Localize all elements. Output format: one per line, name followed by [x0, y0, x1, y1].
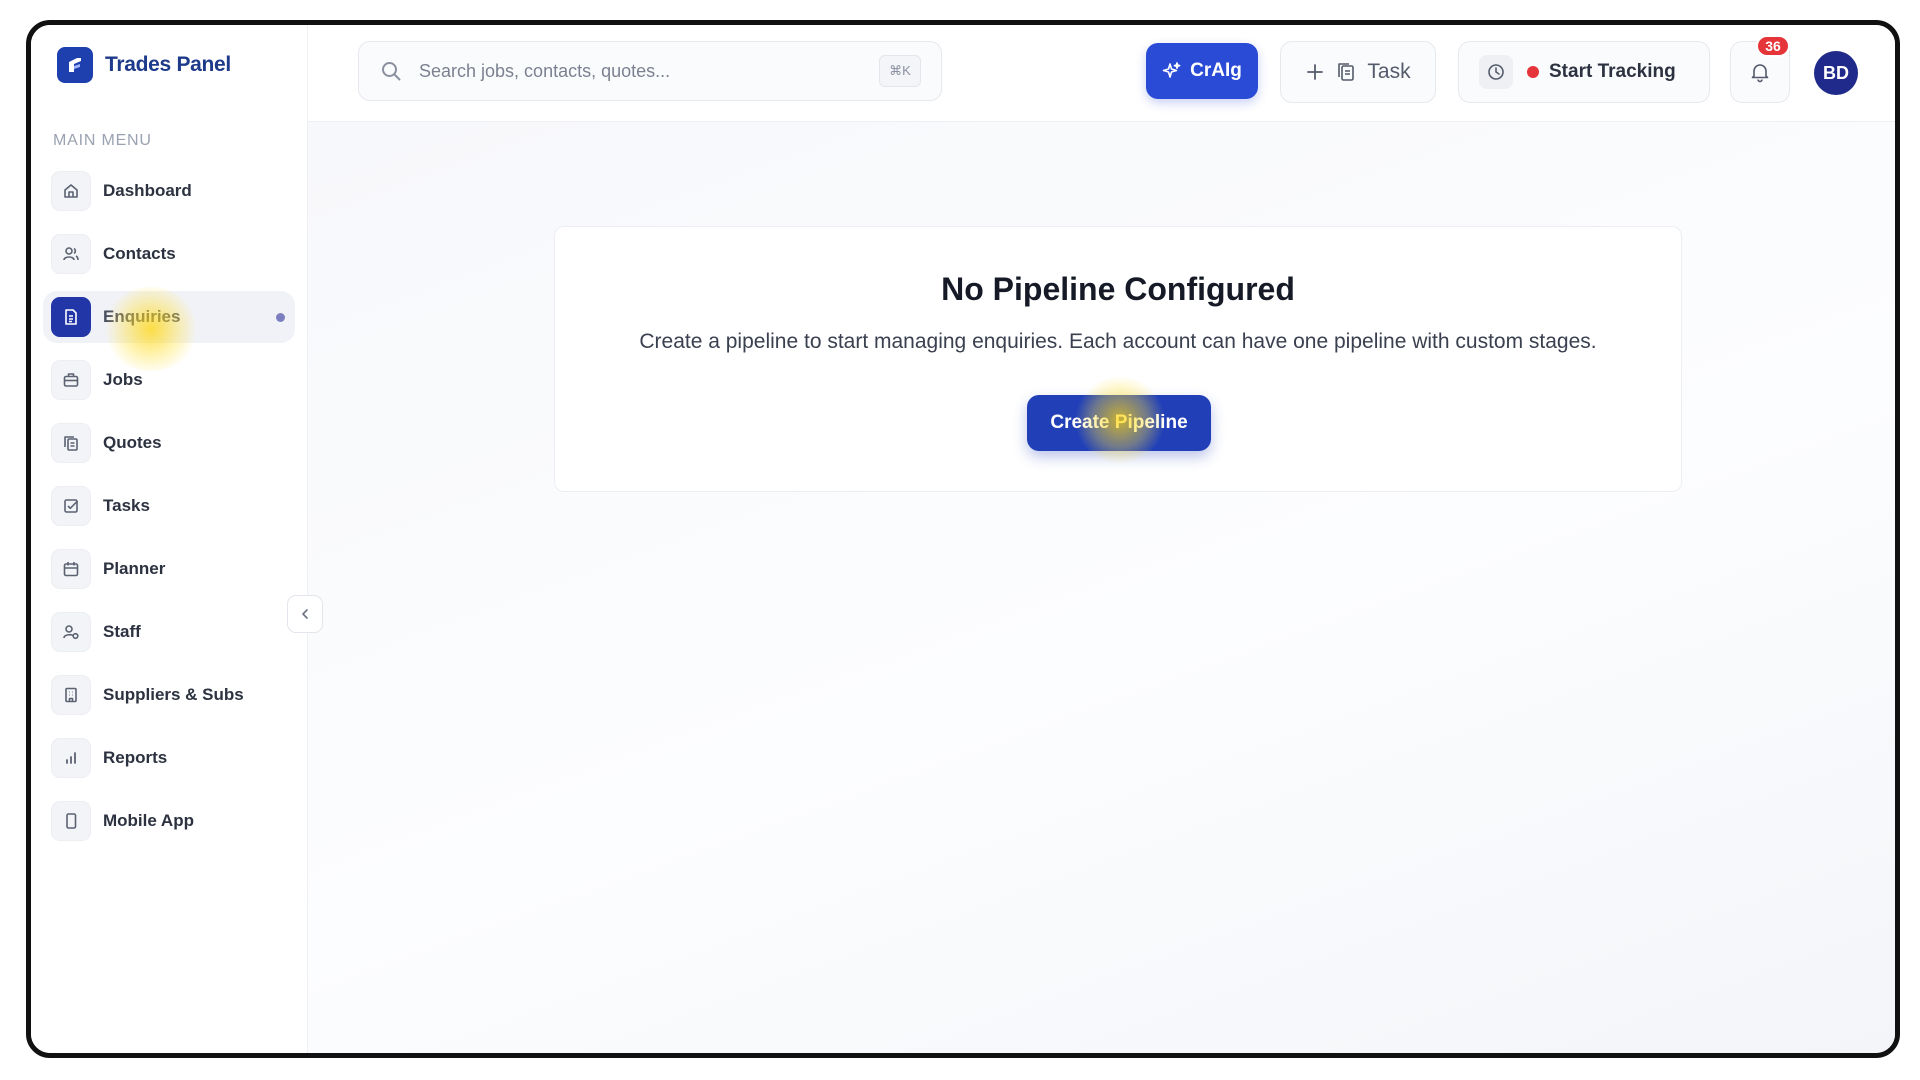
home-icon [51, 171, 91, 211]
phone-icon [51, 801, 91, 841]
top-bar: Search jobs, contacts, quotes... ⌘K CrAI… [308, 25, 1895, 122]
sidebar-item-jobs[interactable]: Jobs [43, 354, 295, 406]
empty-state-title: No Pipeline Configured [941, 271, 1295, 307]
search-shortcut-hint: ⌘K [879, 55, 921, 87]
chevron-left-icon [302, 609, 308, 619]
bell-icon [1751, 64, 1769, 83]
checkbox-icon [51, 486, 91, 526]
start-tracking-label: Start Tracking [1549, 61, 1676, 82]
ai-assistant-button[interactable]: CrAIg [1146, 43, 1258, 99]
main-menu-heading: MAIN MENU [53, 132, 152, 149]
copy-icon [51, 423, 91, 463]
users-icon [51, 234, 91, 274]
brand-logo-icon [57, 47, 93, 83]
sidebar-item-label: Planner [103, 559, 166, 578]
active-indicator-dot [276, 313, 285, 322]
sidebar-item-contacts[interactable]: Contacts [43, 228, 295, 280]
brand[interactable]: Trades Panel [57, 47, 231, 83]
clock-icon [1479, 55, 1513, 89]
create-pipeline-button[interactable]: Create Pipeline [1027, 395, 1211, 451]
task-label: Task [1367, 60, 1411, 83]
sidebar-item-staff[interactable]: Staff [43, 606, 295, 658]
sidebar: Trades Panel MAIN MENU Dashboard Contact… [31, 25, 308, 1053]
sidebar-item-planner[interactable]: Planner [43, 543, 295, 595]
main-menu: Dashboard Contacts Enquiries Jobs Quotes [43, 165, 295, 858]
sidebar-item-quotes[interactable]: Quotes [43, 417, 295, 469]
search-input[interactable]: Search jobs, contacts, quotes... [419, 61, 879, 82]
sidebar-item-label: Enquiries [103, 307, 181, 326]
sparkle-icon [1162, 62, 1181, 78]
app-window: Trades Panel MAIN MENU Dashboard Contact… [26, 20, 1900, 1058]
main-content: No Pipeline Configured Create a pipeline… [308, 122, 1895, 1053]
recording-dot [1527, 66, 1539, 78]
bar-chart-icon [51, 738, 91, 778]
start-tracking-button[interactable]: Start Tracking [1458, 41, 1710, 103]
search-icon [379, 58, 405, 84]
sidebar-item-label: Dashboard [103, 181, 192, 200]
sidebar-item-reports[interactable]: Reports [43, 732, 295, 784]
sidebar-item-dashboard[interactable]: Dashboard [43, 165, 295, 217]
sidebar-item-label: Staff [103, 622, 141, 641]
ai-assistant-label: CrAIg [1190, 60, 1242, 81]
notification-count-badge: 36 [1756, 35, 1790, 57]
clipboard-icon [1338, 63, 1355, 81]
add-task-button[interactable]: Task [1280, 41, 1436, 103]
brand-name: Trades Panel [105, 53, 231, 76]
staff-icon [51, 612, 91, 652]
sidebar-item-tasks[interactable]: Tasks [43, 480, 295, 532]
empty-state-card: No Pipeline Configured Create a pipeline… [554, 226, 1682, 492]
sidebar-item-label: Suppliers & Subs [103, 685, 244, 704]
sidebar-item-enquiries[interactable]: Enquiries [43, 291, 295, 343]
building-icon [51, 675, 91, 715]
global-search[interactable]: Search jobs, contacts, quotes... ⌘K [358, 41, 942, 101]
user-avatar[interactable]: BD [1814, 51, 1858, 95]
sidebar-item-label: Mobile App [103, 811, 194, 830]
sidebar-item-label: Quotes [103, 433, 162, 452]
sidebar-item-suppliers-subs[interactable]: Suppliers & Subs [43, 669, 295, 721]
document-icon [51, 297, 91, 337]
calendar-icon [51, 549, 91, 589]
collapse-sidebar-button[interactable] [287, 595, 323, 633]
sidebar-item-label: Jobs [103, 370, 143, 389]
sidebar-item-label: Contacts [103, 244, 176, 263]
sidebar-item-label: Reports [103, 748, 168, 767]
empty-state-description: Create a pipeline to start managing enqu… [639, 330, 1597, 353]
briefcase-icon [51, 360, 91, 400]
plus-icon [1307, 64, 1324, 80]
sidebar-item-label: Tasks [103, 496, 150, 515]
sidebar-item-mobile-app[interactable]: Mobile App [43, 795, 295, 847]
